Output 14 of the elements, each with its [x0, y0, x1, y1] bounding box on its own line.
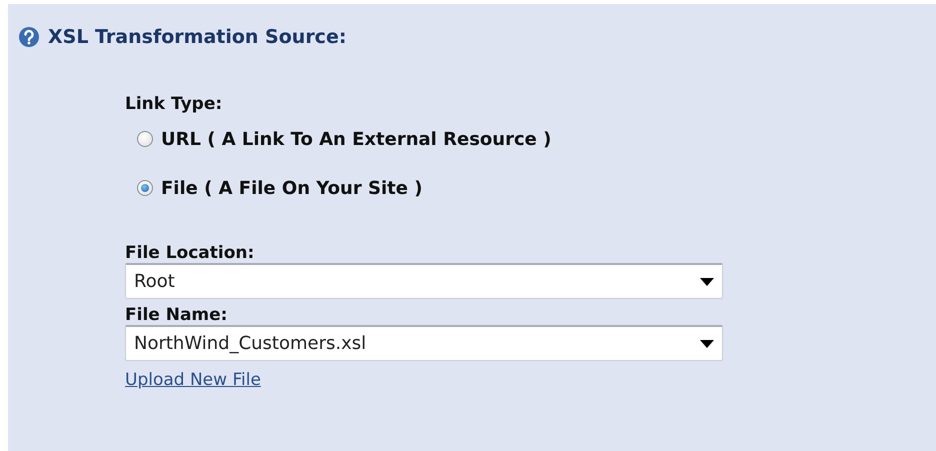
radio-label[interactable]: URL ( A Link To An External Resource ) — [161, 128, 552, 150]
radio-button[interactable] — [137, 131, 153, 147]
dropdown-field[interactable]: Root — [125, 263, 723, 299]
section-title: XSL Transformation Source: — [48, 26, 346, 48]
help-icon[interactable] — [18, 26, 40, 48]
dropdown-field[interactable]: NorthWind_Customers.xsl — [125, 325, 723, 361]
radio-label[interactable]: File ( A File On Your Site ) — [161, 178, 422, 198]
caret-icon — [700, 278, 714, 286]
field-label: Link Type: — [125, 94, 224, 114]
upload-link[interactable]: Upload New File — [125, 370, 261, 390]
caret-icon — [700, 340, 714, 348]
field-label: File Location: — [125, 243, 256, 263]
field-label: File Name: — [125, 305, 228, 325]
radio-button[interactable] — [137, 180, 153, 196]
